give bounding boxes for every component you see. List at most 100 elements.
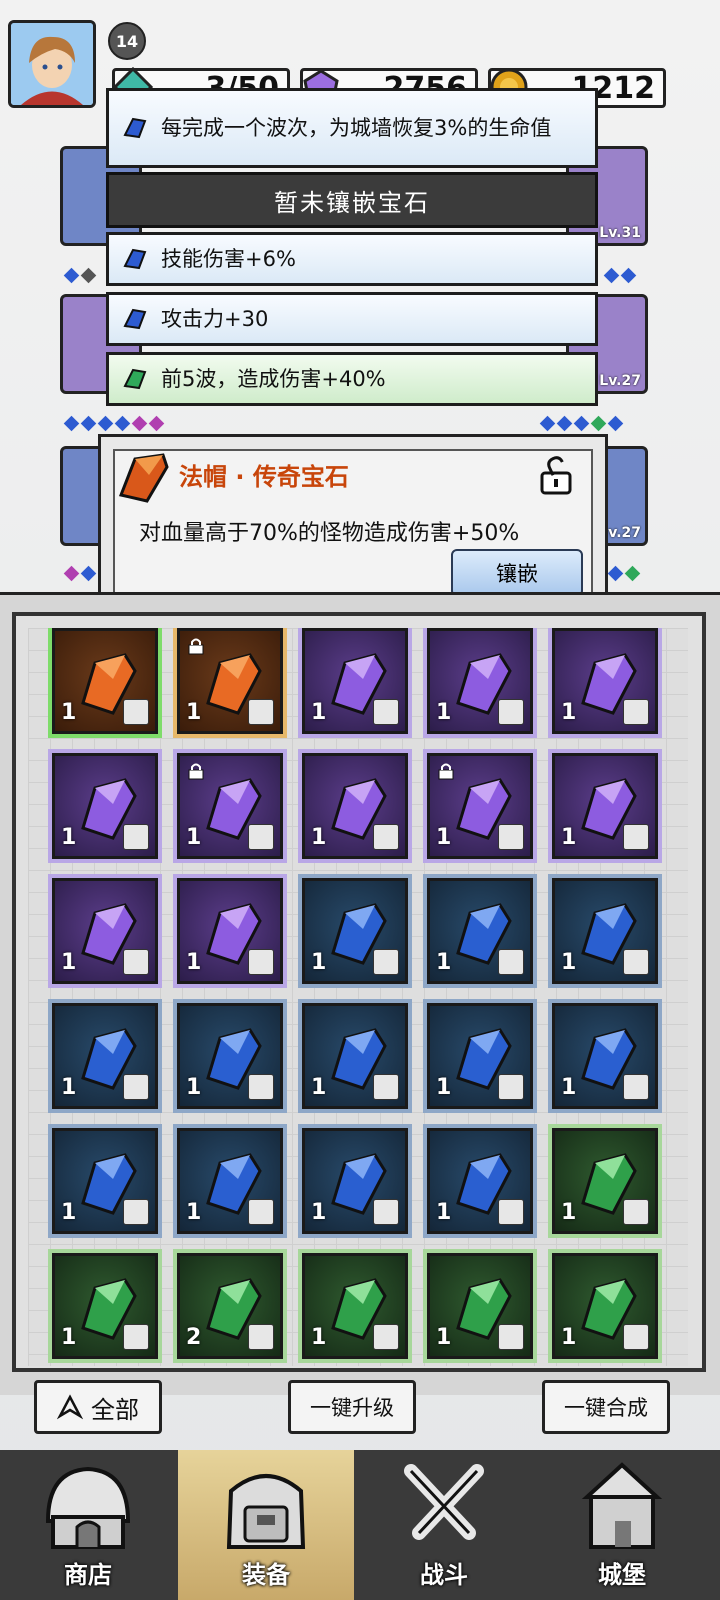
- hat-slot-icon: [623, 1074, 649, 1100]
- nav-castle[interactable]: 城堡: [534, 1450, 710, 1600]
- inventory-gem-cell[interactable]: 1: [52, 1003, 158, 1109]
- gem-count: 1: [311, 1200, 327, 1225]
- gem-count: 1: [561, 1075, 577, 1100]
- gem-count: 1: [61, 825, 77, 850]
- triangle-filter-icon: [57, 1394, 83, 1420]
- shop-hut-icon: [45, 1466, 131, 1549]
- inventory-gem-cell[interactable]: 1: [302, 753, 408, 859]
- inventory-gem-cell[interactable]: 1: [552, 753, 658, 859]
- nav-label: 战斗: [420, 1561, 468, 1589]
- gem-count: 1: [561, 825, 577, 850]
- legendary-gem-icon: [118, 453, 169, 503]
- wand-slot-icon: [123, 824, 149, 850]
- armor-slot-icon: [123, 1324, 149, 1350]
- inventory-gem-cell[interactable]: 1: [177, 753, 283, 859]
- gem-count: 1: [186, 700, 202, 725]
- gem-count: 1: [436, 950, 452, 975]
- armor-slot-icon: [623, 699, 649, 725]
- inventory-gem-cell[interactable]: 1: [552, 1128, 658, 1234]
- inventory-gem-cell[interactable]: 1: [177, 1003, 283, 1109]
- gem-count: 1: [311, 1325, 327, 1350]
- armor-slot-icon: [498, 699, 524, 725]
- inventory-grid[interactable]: 1 1 1 1 1 1 1 1 1 1 1 1 1 1 1 1 1 1 1 1 1 1 1 1 1 1 2 1 1 1: [28, 628, 688, 1366]
- necklace-slot-icon: [623, 1324, 649, 1350]
- inventory-gem-cell[interactable]: 1: [552, 878, 658, 984]
- equip-slot-level: Lv.27: [599, 373, 641, 389]
- gem-count: 1: [561, 1325, 577, 1350]
- gem-count: 1: [436, 700, 452, 725]
- gem-count: 1: [186, 950, 202, 975]
- green-gem-icon: [123, 368, 147, 390]
- inventory-gem-cell[interactable]: 1: [302, 628, 408, 734]
- inventory-gem-cell[interactable]: 1: [302, 878, 408, 984]
- inventory-gem-cell[interactable]: 1: [177, 878, 283, 984]
- lock-icon: [188, 638, 204, 655]
- boot-slot-icon: [248, 699, 274, 725]
- gem-count: 2: [186, 1325, 202, 1350]
- nav-equipment[interactable]: 装备: [178, 1450, 354, 1600]
- skill-text: 每完成一个波次，为城墙恢复3%的生命值: [161, 116, 552, 140]
- inventory-gem-cell[interactable]: 2: [177, 1253, 283, 1359]
- no-gem-header: 暂未镶嵌宝石: [106, 172, 598, 228]
- inventory-gem-cell[interactable]: 1: [52, 1253, 158, 1359]
- necklace-slot-icon: [123, 949, 149, 975]
- gem-count: 1: [561, 1200, 577, 1225]
- nav-shop[interactable]: 商店: [0, 1450, 176, 1600]
- necklace-slot-icon: [498, 1199, 524, 1225]
- gem-count: 1: [311, 700, 327, 725]
- gem-count: 1: [311, 1075, 327, 1100]
- blue-gem-icon: [123, 248, 147, 270]
- inventory-gem-cell[interactable]: 1: [427, 753, 533, 859]
- inventory-gem-cell[interactable]: 1: [52, 878, 158, 984]
- inventory-gem-cell[interactable]: 1: [302, 1128, 408, 1234]
- inventory-gem-cell[interactable]: 1: [427, 1253, 533, 1359]
- inventory-gem-cell[interactable]: 1: [52, 1128, 158, 1234]
- gem-count: 1: [186, 825, 202, 850]
- inventory-gem-cell[interactable]: 1: [302, 1253, 408, 1359]
- skill-text: 前5波，造成伤害+40%: [161, 367, 386, 391]
- gem-count: 1: [311, 825, 327, 850]
- gem-count: 1: [186, 1075, 202, 1100]
- skill-row: 前5波，造成伤害+40%: [106, 352, 598, 406]
- inventory-gem-cell[interactable]: 1: [427, 1128, 533, 1234]
- player-level-badge: 14: [108, 22, 146, 60]
- inventory-gem-cell[interactable]: 1: [177, 628, 283, 734]
- ring-slot-icon: [623, 949, 649, 975]
- inventory-gem-cell[interactable]: 1: [552, 1003, 658, 1109]
- gem-count: 1: [436, 1200, 452, 1225]
- inventory-gem-cell[interactable]: 1: [52, 628, 158, 734]
- filter-all-button[interactable]: 全部: [34, 1380, 162, 1434]
- nav-label: 商店: [64, 1561, 112, 1589]
- skill-row-wave-heal: 每完成一个波次，为城墙恢复3%的生命值: [106, 88, 598, 168]
- gem-count: 1: [61, 1200, 77, 1225]
- equip-slot-level: Lv.31: [599, 225, 641, 241]
- armor-slot-icon: [373, 699, 399, 725]
- inventory-gem-cell[interactable]: 1: [427, 1003, 533, 1109]
- gem-socket-indicators: [63, 565, 97, 582]
- inlay-button[interactable]: 镶嵌: [451, 549, 583, 597]
- unlock-icon[interactable]: [539, 455, 573, 495]
- hat-slot-icon: [123, 1199, 149, 1225]
- merge-all-button[interactable]: 一键合成: [542, 1380, 670, 1434]
- gem-count: 1: [61, 700, 77, 725]
- nav-battle[interactable]: 战斗: [356, 1450, 532, 1600]
- inventory-gem-cell[interactable]: 1: [427, 878, 533, 984]
- gem-socket-indicators: [607, 565, 641, 582]
- castle-icon: [581, 1462, 663, 1549]
- skill-row: 技能伤害+6%: [106, 232, 598, 286]
- inventory-gem-cell[interactable]: 1: [302, 1003, 408, 1109]
- gem-socket-indicators: [63, 415, 165, 432]
- armor-slot-icon: [123, 1074, 149, 1100]
- inventory-gem-cell[interactable]: 1: [427, 628, 533, 734]
- upgrade-all-button[interactable]: 一键升级: [288, 1380, 416, 1434]
- necklace-slot-icon: [248, 949, 274, 975]
- inventory-gem-cell[interactable]: 1: [552, 1253, 658, 1359]
- skill-text: 技能伤害+6%: [161, 247, 296, 271]
- inventory-gem-cell[interactable]: 1: [177, 1128, 283, 1234]
- hat-slot-icon: [498, 1324, 524, 1350]
- inventory-gem-cell[interactable]: 1: [52, 753, 158, 859]
- inventory-gem-cell[interactable]: 1: [552, 628, 658, 734]
- nav-label: 城堡: [598, 1561, 646, 1589]
- gem-count: 1: [561, 700, 577, 725]
- player-avatar[interactable]: [8, 20, 96, 108]
